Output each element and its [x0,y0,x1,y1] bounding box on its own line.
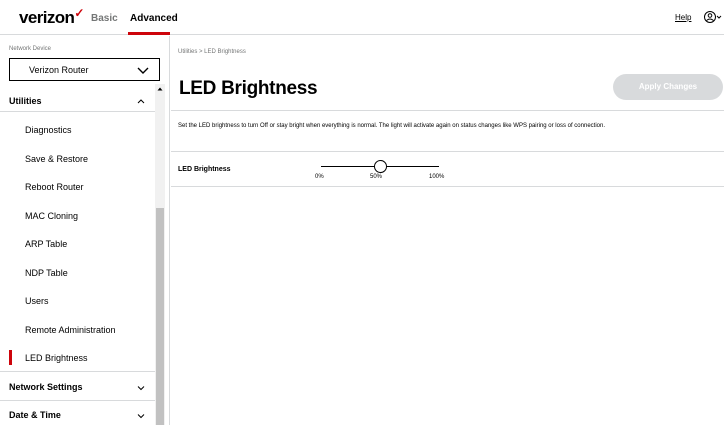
tab-advanced[interactable]: Advanced [130,13,178,24]
sidebar-item-diagnostics[interactable]: Diagnostics [25,125,72,135]
sidebar: Network Device Verizon Router Utilities … [0,36,170,425]
network-device-select[interactable]: Verizon Router [9,58,160,81]
section-divider [0,371,155,372]
device-select-value: Verizon Router [29,65,89,75]
section-divider [0,111,155,112]
sidebar-section-network-settings[interactable]: Network Settings [9,382,83,392]
led-brightness-label: LED Brightness [178,166,231,173]
sidebar-section-date-time[interactable]: Date & Time [9,410,61,420]
top-bar: verizon✓ Basic Advanced Help [0,0,724,35]
user-menu-button[interactable] [703,10,723,24]
help-link[interactable]: Help [675,13,691,22]
sidebar-item-remote-administration[interactable]: Remote Administration [25,325,116,335]
section-divider [0,400,155,401]
sidebar-item-led-brightness[interactable]: LED Brightness [25,353,88,363]
chevron-down-icon [137,67,149,74]
breadcrumb[interactable]: Utilities > LED Brightness [178,49,246,55]
sidebar-item-users[interactable]: Users [25,296,49,306]
scroll-up-arrow-icon[interactable] [155,84,165,94]
sidebar-item-save-restore[interactable]: Save & Restore [25,154,88,164]
chevron-down-icon[interactable] [137,413,145,419]
slider-thumb[interactable] [373,160,387,173]
network-device-label: Network Device [9,46,52,52]
main-content: Utilities > LED Brightness LED Brightnes… [171,36,724,425]
verizon-logo[interactable]: verizon✓ [19,6,84,28]
slider-tick-min: 0% [315,174,324,180]
sidebar-item-mac-cloning[interactable]: MAC Cloning [25,211,78,221]
chevron-up-icon[interactable] [137,98,145,104]
led-brightness-slider[interactable] [321,160,439,174]
title-divider [171,110,724,111]
sidebar-item-arp-table[interactable]: ARP Table [25,239,67,249]
row-divider [171,186,724,187]
slider-tick-mid: 50% [370,174,383,180]
slider-tick-max: 100% [429,174,445,180]
apply-changes-button[interactable]: Apply Changes [613,74,723,100]
active-item-indicator [9,350,12,365]
sidebar-item-ndp-table[interactable]: NDP Table [25,268,68,278]
sidebar-section-utilities[interactable]: Utilities [9,96,42,106]
chevron-down-icon[interactable] [137,385,145,391]
user-circle-icon [704,11,722,23]
page-description: Set the LED brightness to turn Off or st… [178,123,605,129]
tab-basic[interactable]: Basic [91,13,118,24]
scrollbar-thumb[interactable] [156,208,164,425]
description-divider [171,151,724,152]
active-tab-indicator [128,32,170,35]
page-title: LED Brightness [179,78,318,99]
sidebar-item-reboot-router[interactable]: Reboot Router [25,182,84,192]
